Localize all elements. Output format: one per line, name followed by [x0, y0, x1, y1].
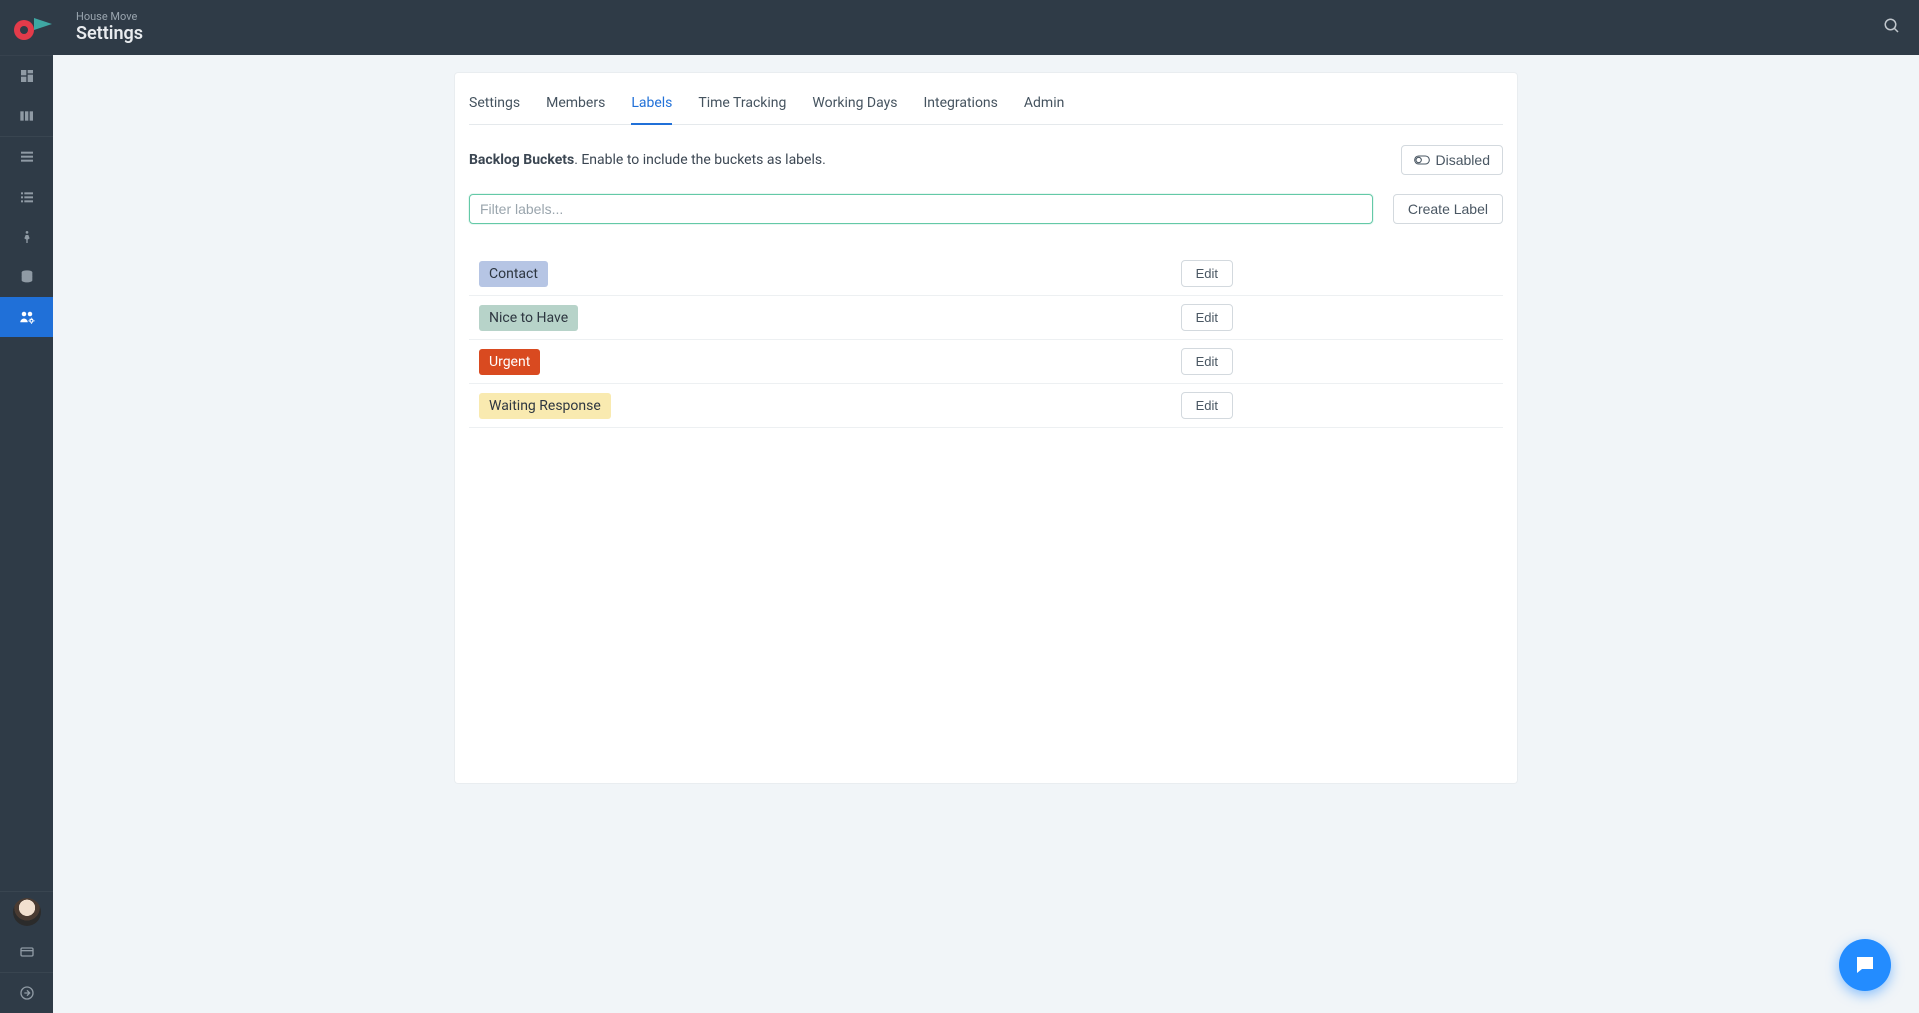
tab-members[interactable]: Members [546, 95, 605, 125]
settings-tabs: Settings Members Labels Time Tracking Wo… [469, 73, 1503, 125]
sidebar-item-data[interactable] [0, 257, 53, 297]
label-chip: Urgent [479, 349, 540, 375]
toggle-label: Disabled [1436, 152, 1490, 168]
sidebar-item-team-settings[interactable] [0, 297, 53, 337]
page-title: Settings [76, 23, 143, 45]
edit-label-button[interactable]: Edit [1181, 348, 1233, 375]
sidebar [0, 55, 53, 1013]
avatar [13, 898, 41, 926]
tab-settings[interactable]: Settings [469, 95, 520, 125]
chat-icon [1853, 953, 1877, 977]
tab-labels[interactable]: Labels [631, 95, 672, 125]
backlog-buckets-heading: Backlog Buckets [469, 152, 574, 168]
label-list: ContactEditNice to HaveEditUrgentEditWai… [469, 252, 1503, 428]
sidebar-user-avatar[interactable] [0, 892, 53, 932]
toggle-off-icon [1414, 155, 1430, 165]
filter-row: Create Label [469, 194, 1503, 224]
chat-fab[interactable] [1839, 939, 1891, 991]
search-icon[interactable] [1883, 17, 1901, 39]
label-chip: Nice to Have [479, 305, 578, 331]
sidebar-item-dashboard[interactable] [0, 56, 53, 96]
tab-time-tracking[interactable]: Time Tracking [698, 95, 786, 125]
sidebar-item-billing[interactable] [0, 932, 53, 972]
sidebar-item-list[interactable] [0, 177, 53, 217]
label-row: Contact Edit [469, 252, 1503, 296]
label-row: Urgent Edit [469, 340, 1503, 384]
sidebar-item-sprint[interactable] [0, 217, 53, 257]
app-logo [12, 8, 52, 48]
sidebar-item-logout[interactable] [0, 973, 53, 1013]
edit-label-button[interactable]: Edit [1181, 304, 1233, 331]
label-chip: Waiting Response [479, 393, 611, 419]
project-name: House Move [76, 10, 143, 23]
tab-admin[interactable]: Admin [1024, 95, 1064, 125]
label-row: Nice to Have Edit [469, 296, 1503, 340]
backlog-buckets-desc: . Enable to include the buckets as label… [574, 152, 826, 168]
settings-card: Settings Members Labels Time Tracking Wo… [455, 73, 1517, 783]
edit-label-button[interactable]: Edit [1181, 260, 1233, 287]
backlog-buckets-toggle[interactable]: Disabled [1401, 145, 1503, 175]
backlog-buckets-text: Backlog Buckets. Enable to include the b… [469, 152, 826, 168]
tab-integrations[interactable]: Integrations [923, 95, 997, 125]
edit-label-button[interactable]: Edit [1181, 392, 1233, 419]
content-area: Settings Members Labels Time Tracking Wo… [53, 55, 1919, 1013]
label-chip: Contact [479, 261, 548, 287]
sidebar-item-board[interactable] [0, 96, 53, 136]
top-bar: House Move Settings [0, 0, 1919, 55]
filter-labels-input[interactable] [469, 194, 1373, 224]
backlog-buckets-row: Backlog Buckets. Enable to include the b… [469, 125, 1503, 179]
sidebar-item-rows[interactable] [0, 137, 53, 177]
label-row: Waiting Response Edit [469, 384, 1503, 428]
create-label-button[interactable]: Create Label [1393, 194, 1503, 224]
title-block: House Move Settings [76, 10, 143, 45]
tab-working-days[interactable]: Working Days [812, 95, 897, 125]
